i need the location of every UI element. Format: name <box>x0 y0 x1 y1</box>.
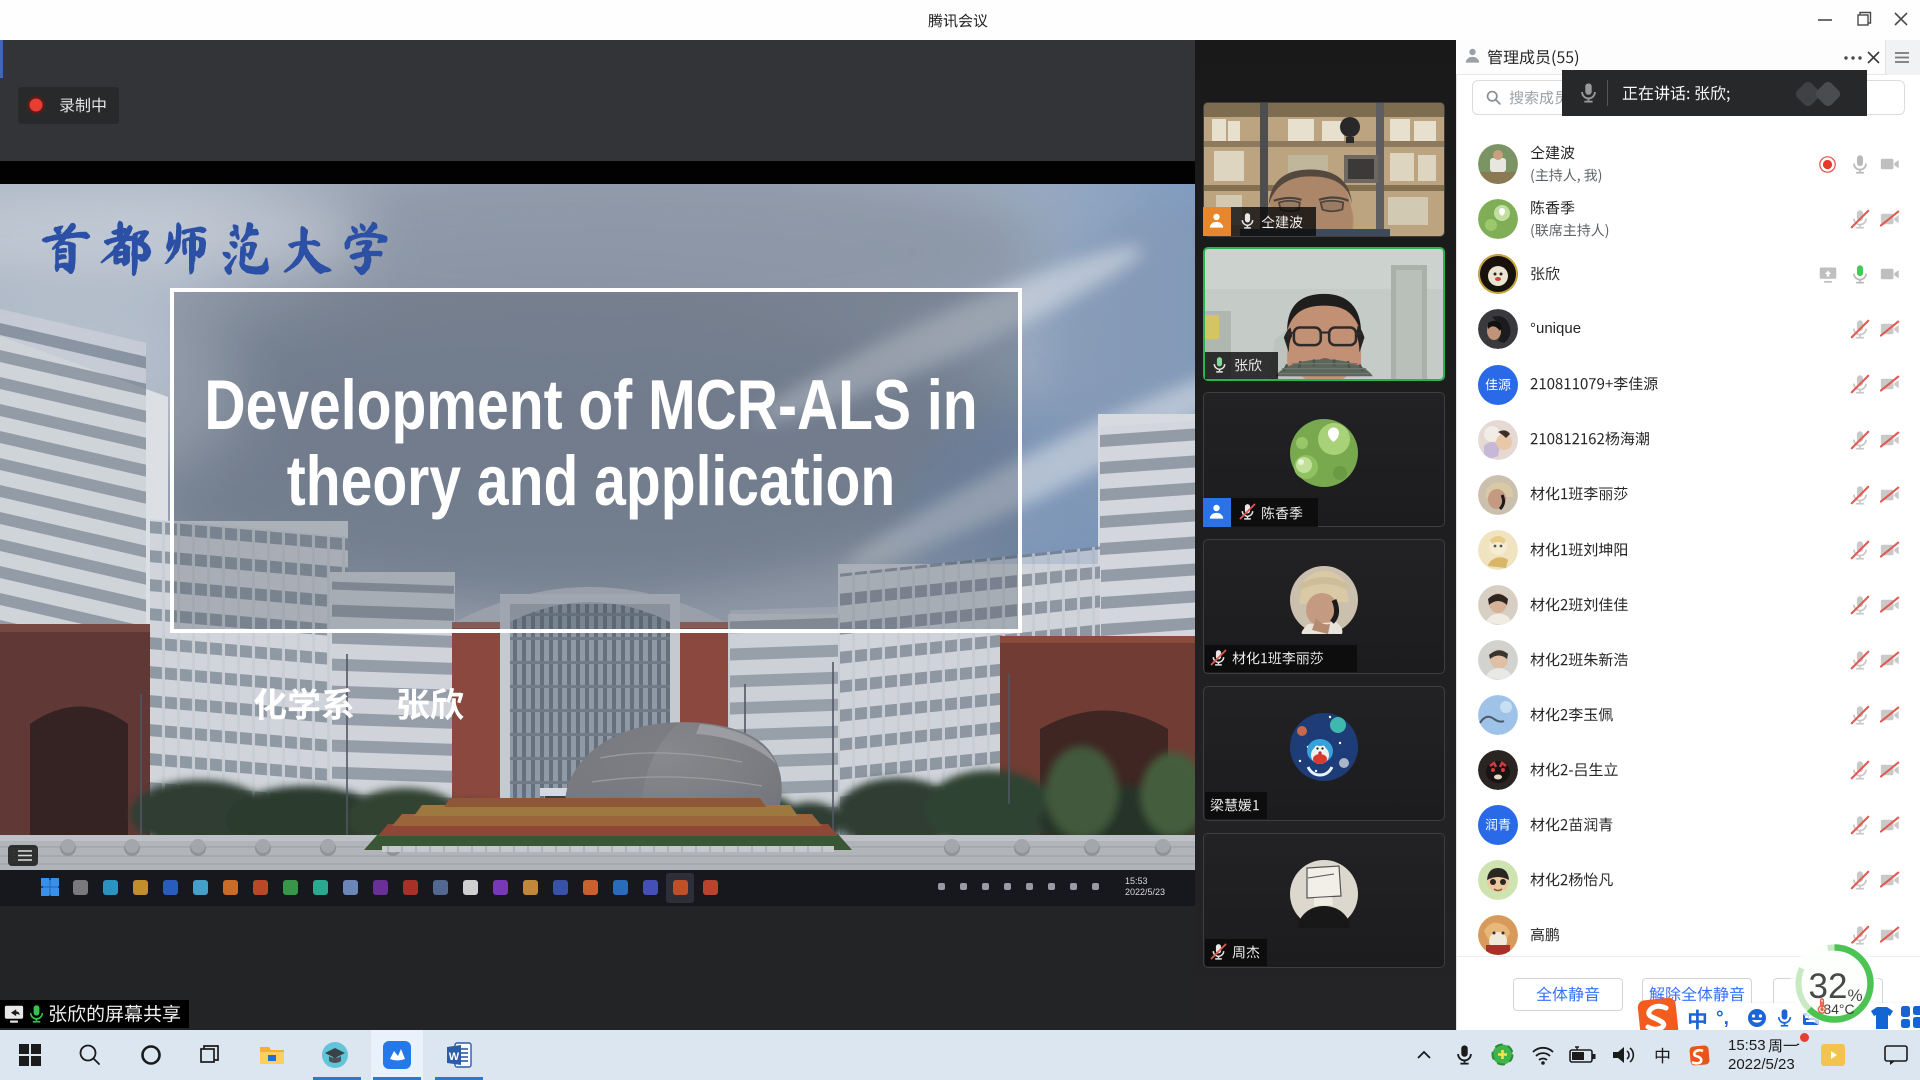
svg-text:84°C: 84°C <box>1823 1001 1854 1017</box>
svg-text:W: W <box>449 1051 460 1063</box>
